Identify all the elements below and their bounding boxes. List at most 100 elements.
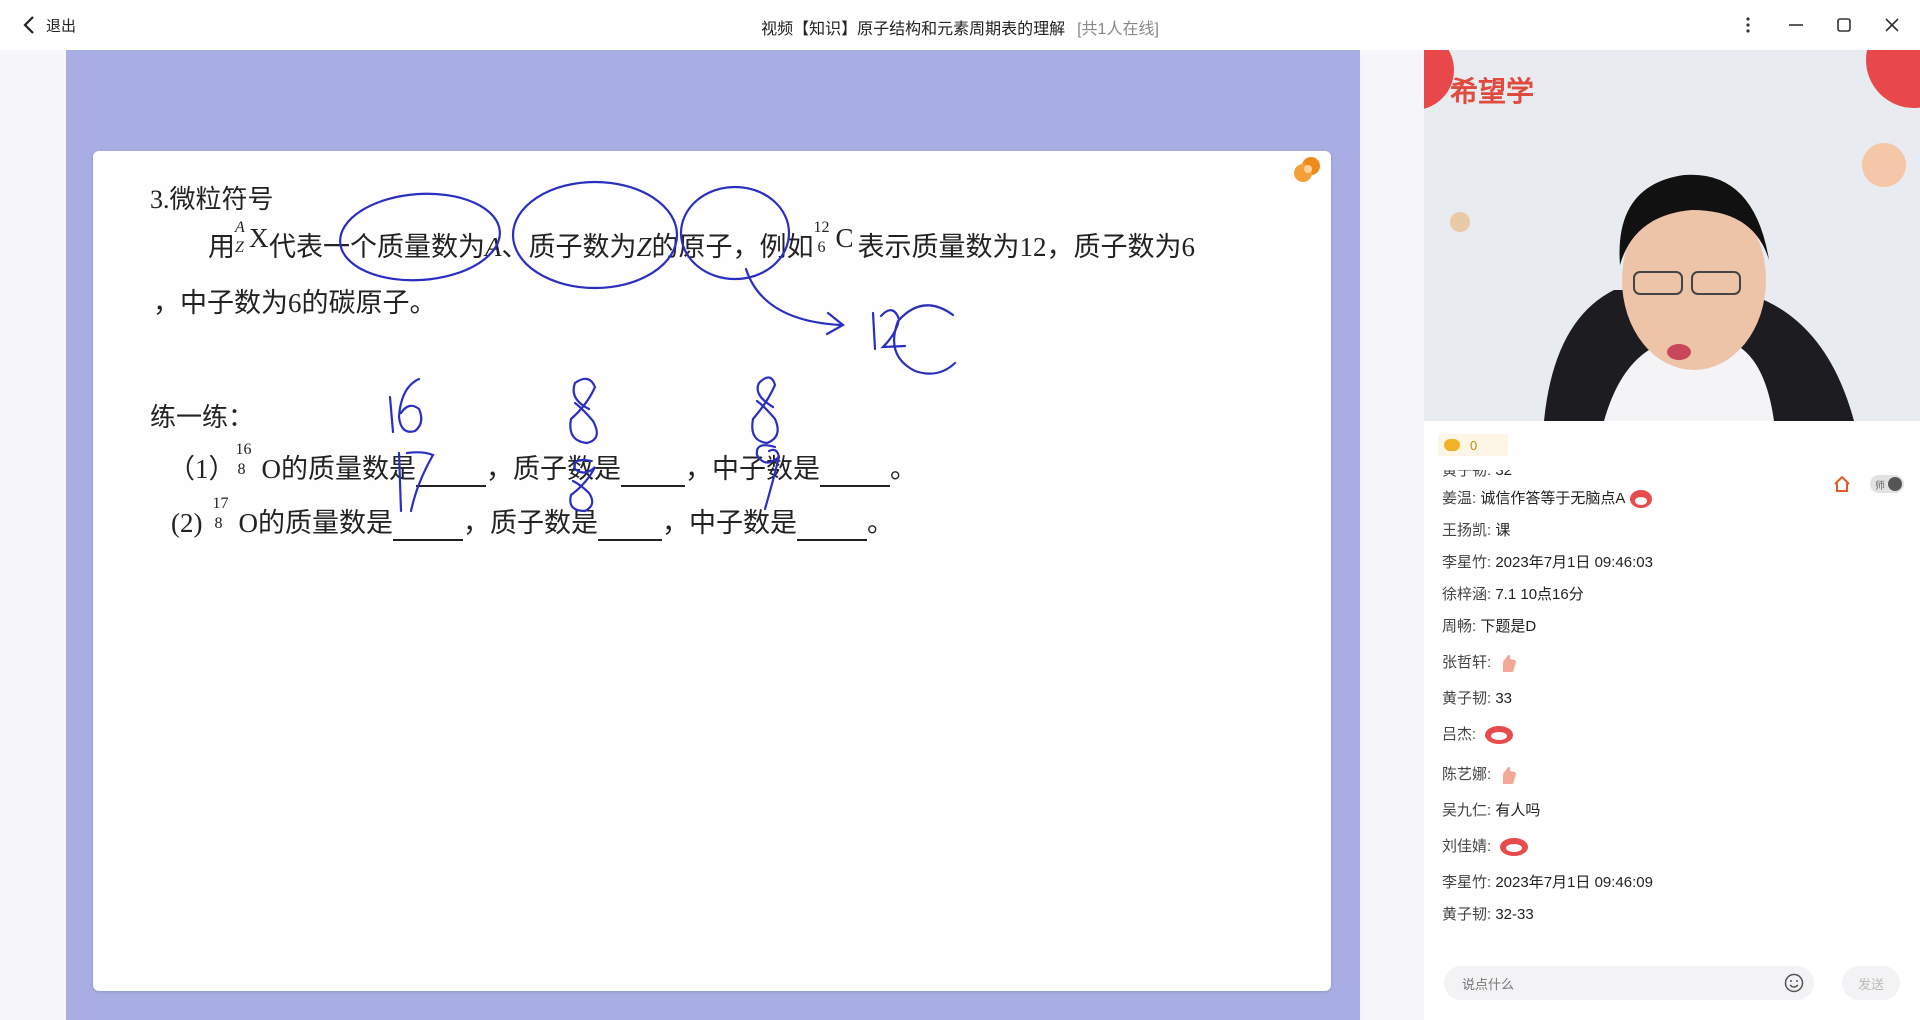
title-bar: 退出 视频【知识】原子结构和元素周期表的理解 [共1人在线]: [0, 0, 1920, 50]
chat-message: 李星竹: 2023年7月1日 09:46:09: [1442, 870, 1653, 896]
chat-message: 吕杰:: [1442, 722, 1514, 748]
chat-name: 陈艺娜:: [1442, 766, 1492, 783]
close-button[interactable]: [1879, 12, 1905, 38]
prompt-neutron: ，中子数是: [661, 508, 797, 538]
definition-line-1: 用 A Z X 代表一个质量数为A、质子数为Z的原子，例如 12 6 C 表示质量数为12，质子…: [208, 220, 1195, 264]
chat-input[interactable]: [1460, 974, 1764, 994]
chat-text: 课: [1495, 522, 1511, 539]
chat-text: 2023年7月1日 09:46:09: [1495, 874, 1653, 891]
more-vertical-icon: [1746, 17, 1750, 33]
laugh-emoji-icon: [1630, 490, 1653, 509]
practice-label: 练一练：: [150, 403, 255, 432]
text-prefix: 用: [208, 232, 235, 262]
notation-mass: A: [235, 219, 245, 236]
answer-q1-neutron-8: [751, 376, 779, 445]
chat-message: 刘佳婧:: [1442, 834, 1529, 860]
prompt-neutron: ，中子数是: [685, 454, 820, 484]
laugh-emoji-icon: [1500, 838, 1529, 857]
brand-logo: 希望学: [1450, 76, 1535, 107]
prompt-mass: 的质量数是: [257, 508, 393, 538]
answer-blank: [597, 508, 662, 541]
minimize-button[interactable]: [1783, 12, 1809, 38]
minimize-icon: [1789, 24, 1803, 26]
coin-icon: [1444, 439, 1460, 451]
chat-message: 王扬凯: 课: [1442, 518, 1510, 544]
carbon-mass: 12: [813, 219, 830, 236]
chat-message: 李星竹: 2023年7月1日 09:46:03: [1442, 550, 1653, 576]
chat-name: 徐梓涵:: [1442, 586, 1492, 603]
prompt-mass: 的质量数是: [281, 454, 416, 484]
chat-message: 陈艺娜:: [1442, 762, 1519, 788]
answer-q1-proton-8: [569, 377, 598, 445]
answer-blank: [820, 454, 890, 487]
mass-value: 12: [1019, 232, 1047, 262]
chat-text: 7.1 10点16分: [1495, 586, 1584, 603]
carbon-notation: 12 6 C: [814, 220, 858, 256]
chat-input-bar: [1444, 966, 1814, 1000]
oxygen-16-notation: 16 8: [236, 442, 262, 478]
side-panel: 希望学 0 师 黄子韧: 32 姜温: 诚信作答等于无脑点A 王扬凯: 课 李星…: [1424, 50, 1920, 1020]
answer-blank: [621, 454, 685, 487]
maximize-button[interactable]: [1831, 12, 1857, 38]
chat-text: 2023年7月1日 09:46:03: [1495, 554, 1653, 571]
chat-message: 周畅: 下题是D: [1442, 614, 1536, 640]
arrow-line: [744, 267, 843, 327]
carbon-symbol: C: [835, 223, 854, 253]
question-2: (2) 17 8 O的质量数是 ，质子数是 ，中子数是 。: [171, 496, 894, 541]
period: 。: [890, 454, 917, 484]
course-title: 视频【知识】原子结构和元素周期表的理解: [761, 21, 1066, 38]
chat-message: 姜温: 诚信作答等于无脑点A: [1442, 486, 1653, 512]
chat-text: 下题是D: [1480, 618, 1537, 635]
maximize-icon: [1837, 18, 1851, 32]
chat-text: 33: [1495, 690, 1513, 707]
coin-counter: 0: [1438, 434, 1508, 456]
note-digit-1: [871, 311, 877, 351]
close-icon: [1885, 18, 1899, 32]
oxygen-atomic: 8: [214, 515, 223, 532]
chat-message: 黄子韧: 32: [1442, 470, 1512, 484]
oxygen-atomic: 8: [237, 461, 246, 478]
question-index: （1）: [168, 454, 236, 484]
chat-name: 张哲轩:: [1442, 654, 1492, 671]
chat-name: 吕杰:: [1442, 726, 1477, 743]
text-a: ，中子数为: [153, 288, 288, 318]
chat-list[interactable]: 黄子韧: 32 姜温: 诚信作答等于无脑点A 王扬凯: 课 李星竹: 2023年…: [1442, 470, 1892, 1010]
section-heading: 3.微粒符号: [150, 185, 274, 214]
var-z: Z: [636, 232, 652, 262]
chat-name: 姜温:: [1442, 490, 1477, 507]
carbon-atomic: 6: [817, 239, 826, 256]
teacher-video[interactable]: 希望学: [1424, 50, 1920, 421]
send-button[interactable]: 发送: [1842, 966, 1900, 1000]
var-a: A: [485, 232, 502, 262]
chat-name: 黄子韧:: [1442, 470, 1492, 479]
oxygen-symbol: O: [238, 508, 258, 538]
chat-text: 有人吗: [1495, 802, 1541, 819]
chat-text: 32: [1495, 470, 1513, 479]
oxygen-mass: 17: [212, 495, 229, 512]
text-c: 的原子，例如: [651, 232, 814, 262]
chat-text: 诚信作答等于无脑点A: [1480, 490, 1626, 507]
definition-line-2: ，中子数为6的碳原子。: [153, 281, 437, 320]
pin-icon: [1294, 157, 1320, 182]
whiteboard-stage: 3.微粒符号 用 A Z X 代表一个质量数为A、质子数为Z的原子，例如 12 6 C 表示质量…: [66, 50, 1360, 1020]
period: 。: [866, 508, 894, 538]
chat-name: 王扬凯:: [1442, 522, 1492, 539]
chat-name: 黄子韧:: [1442, 906, 1492, 923]
arrow-head: [825, 311, 845, 336]
notation-symbol: X: [249, 223, 269, 253]
oxygen-17-notation: 17 8: [212, 496, 238, 532]
neutron-value: 6: [288, 288, 302, 318]
chat-message: 吴九仁: 有人吗: [1442, 798, 1540, 824]
thumbs-up-emoji-icon: [1503, 766, 1517, 785]
emoji-picker-icon[interactable]: [1784, 973, 1804, 993]
chat-name: 吴九仁:: [1442, 802, 1492, 819]
chat-message: 黄子韧: 32-33: [1442, 902, 1534, 928]
chat-message: 徐梓涵: 7.1 10点16分: [1442, 582, 1584, 608]
text-e: ，质子数为: [1046, 232, 1182, 262]
more-menu-button[interactable]: [1735, 12, 1761, 38]
question-index: (2): [171, 508, 203, 538]
text-a: 代表一个质量数为: [269, 232, 485, 262]
text-d: 表示质量数为: [857, 232, 1020, 262]
question-1: （1） 16 8 O的质量数是 ，质子数是 ，中子数是 。: [168, 442, 917, 487]
chat-name: 李星竹:: [1442, 874, 1492, 891]
